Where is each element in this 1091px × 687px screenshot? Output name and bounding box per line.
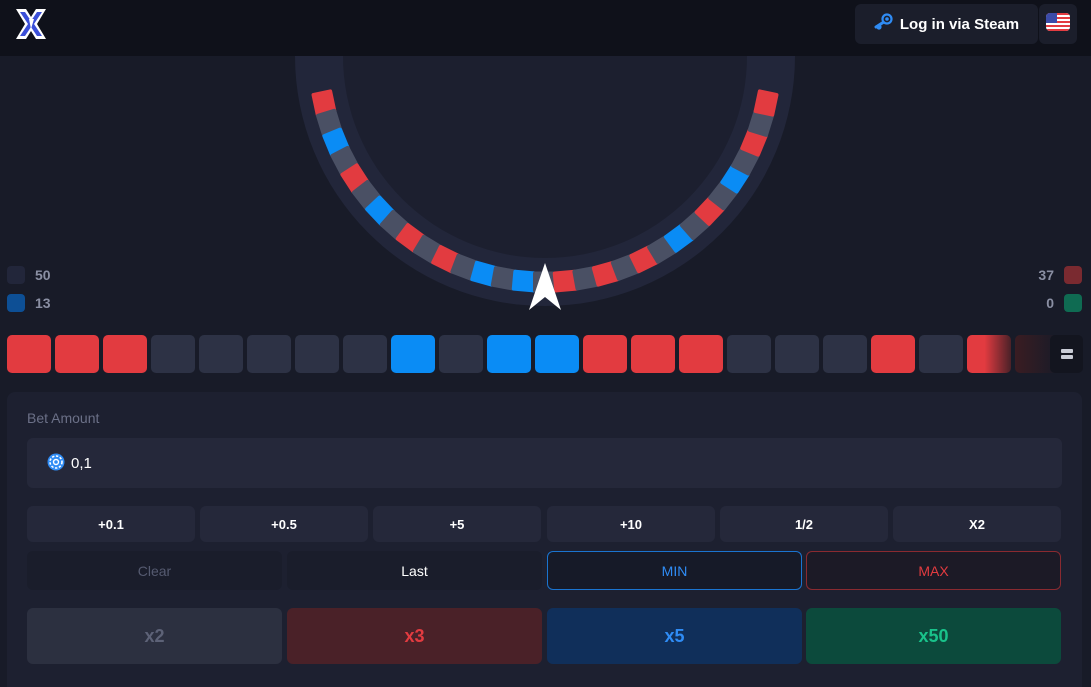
history-cell bbox=[967, 335, 1011, 373]
history-cell bbox=[103, 335, 147, 373]
history-cell bbox=[535, 335, 579, 373]
max-button[interactable]: MAX bbox=[806, 551, 1061, 590]
roulette-wheel-area: 50 13 37 0 bbox=[0, 56, 1091, 316]
double-button[interactable]: X2 bbox=[893, 506, 1061, 542]
language-selector[interactable] bbox=[1039, 4, 1077, 44]
history-cell bbox=[583, 335, 627, 373]
bet-x50-button[interactable]: x50 bbox=[806, 608, 1061, 664]
red-count-stat: 37 bbox=[1038, 266, 1082, 284]
bet-x5-button[interactable]: x5 bbox=[547, 608, 802, 664]
coin-icon bbox=[47, 453, 65, 476]
history-bar-icon bbox=[1060, 349, 1073, 353]
bet-x2-button[interactable]: x2 bbox=[27, 608, 282, 664]
history-cell bbox=[823, 335, 867, 373]
min-button[interactable]: MIN bbox=[547, 551, 802, 590]
history-cell bbox=[919, 335, 963, 373]
history-cell bbox=[487, 335, 531, 373]
bet-panel: Bet Amount +0.1 +0.5 +5 +10 1/2 X2 Clear… bbox=[7, 392, 1082, 687]
history-cell bbox=[7, 335, 51, 373]
bet-amount-input[interactable] bbox=[71, 438, 971, 488]
history-cell bbox=[295, 335, 339, 373]
add-0-5-button[interactable]: +0.5 bbox=[200, 506, 368, 542]
history-cell bbox=[631, 335, 675, 373]
gray-count-stat: 50 bbox=[7, 266, 51, 284]
blue-count-stat: 13 bbox=[7, 294, 51, 312]
history-cell bbox=[247, 335, 291, 373]
steam-icon bbox=[874, 12, 894, 36]
history-cell bbox=[55, 335, 99, 373]
green-count-stat: 0 bbox=[1046, 294, 1082, 312]
red-count: 37 bbox=[1038, 267, 1054, 283]
green-square-icon bbox=[1064, 294, 1082, 312]
roll-history bbox=[0, 330, 1091, 378]
red-square-icon bbox=[1064, 266, 1082, 284]
history-cell bbox=[199, 335, 243, 373]
half-button[interactable]: 1/2 bbox=[720, 506, 888, 542]
history-cell bbox=[391, 335, 435, 373]
gray-square-icon bbox=[7, 266, 25, 284]
add-10-button[interactable]: +10 bbox=[547, 506, 715, 542]
history-cell bbox=[151, 335, 195, 373]
history-cell bbox=[439, 335, 483, 373]
steam-login-button[interactable]: Log in via Steam bbox=[855, 4, 1038, 44]
add-5-button[interactable]: +5 bbox=[373, 506, 541, 542]
history-cell bbox=[343, 335, 387, 373]
add-0-1-button[interactable]: +0.1 bbox=[27, 506, 195, 542]
blue-square-icon bbox=[7, 294, 25, 312]
green-count: 0 bbox=[1046, 295, 1054, 311]
blue-count: 13 bbox=[35, 295, 51, 311]
steam-login-label: Log in via Steam bbox=[899, 15, 1020, 33]
bet-x3-button[interactable]: x3 bbox=[287, 608, 542, 664]
history-toggle-button[interactable] bbox=[1050, 335, 1083, 373]
history-cell bbox=[679, 335, 723, 373]
gray-count: 50 bbox=[35, 267, 51, 283]
us-flag-icon bbox=[1046, 12, 1070, 36]
bet-amount-label: Bet Amount bbox=[27, 410, 100, 426]
history-bar-icon bbox=[1060, 355, 1073, 359]
history-cell bbox=[727, 335, 771, 373]
history-cell bbox=[775, 335, 819, 373]
site-logo-icon[interactable] bbox=[12, 5, 50, 43]
history-cell bbox=[871, 335, 915, 373]
bet-amount-field[interactable] bbox=[27, 438, 1062, 488]
roulette-wheel bbox=[295, 56, 795, 310]
clear-button[interactable]: Clear bbox=[27, 551, 282, 590]
last-button[interactable]: Last bbox=[287, 551, 542, 590]
top-bar: Log in via Steam bbox=[0, 0, 1091, 56]
